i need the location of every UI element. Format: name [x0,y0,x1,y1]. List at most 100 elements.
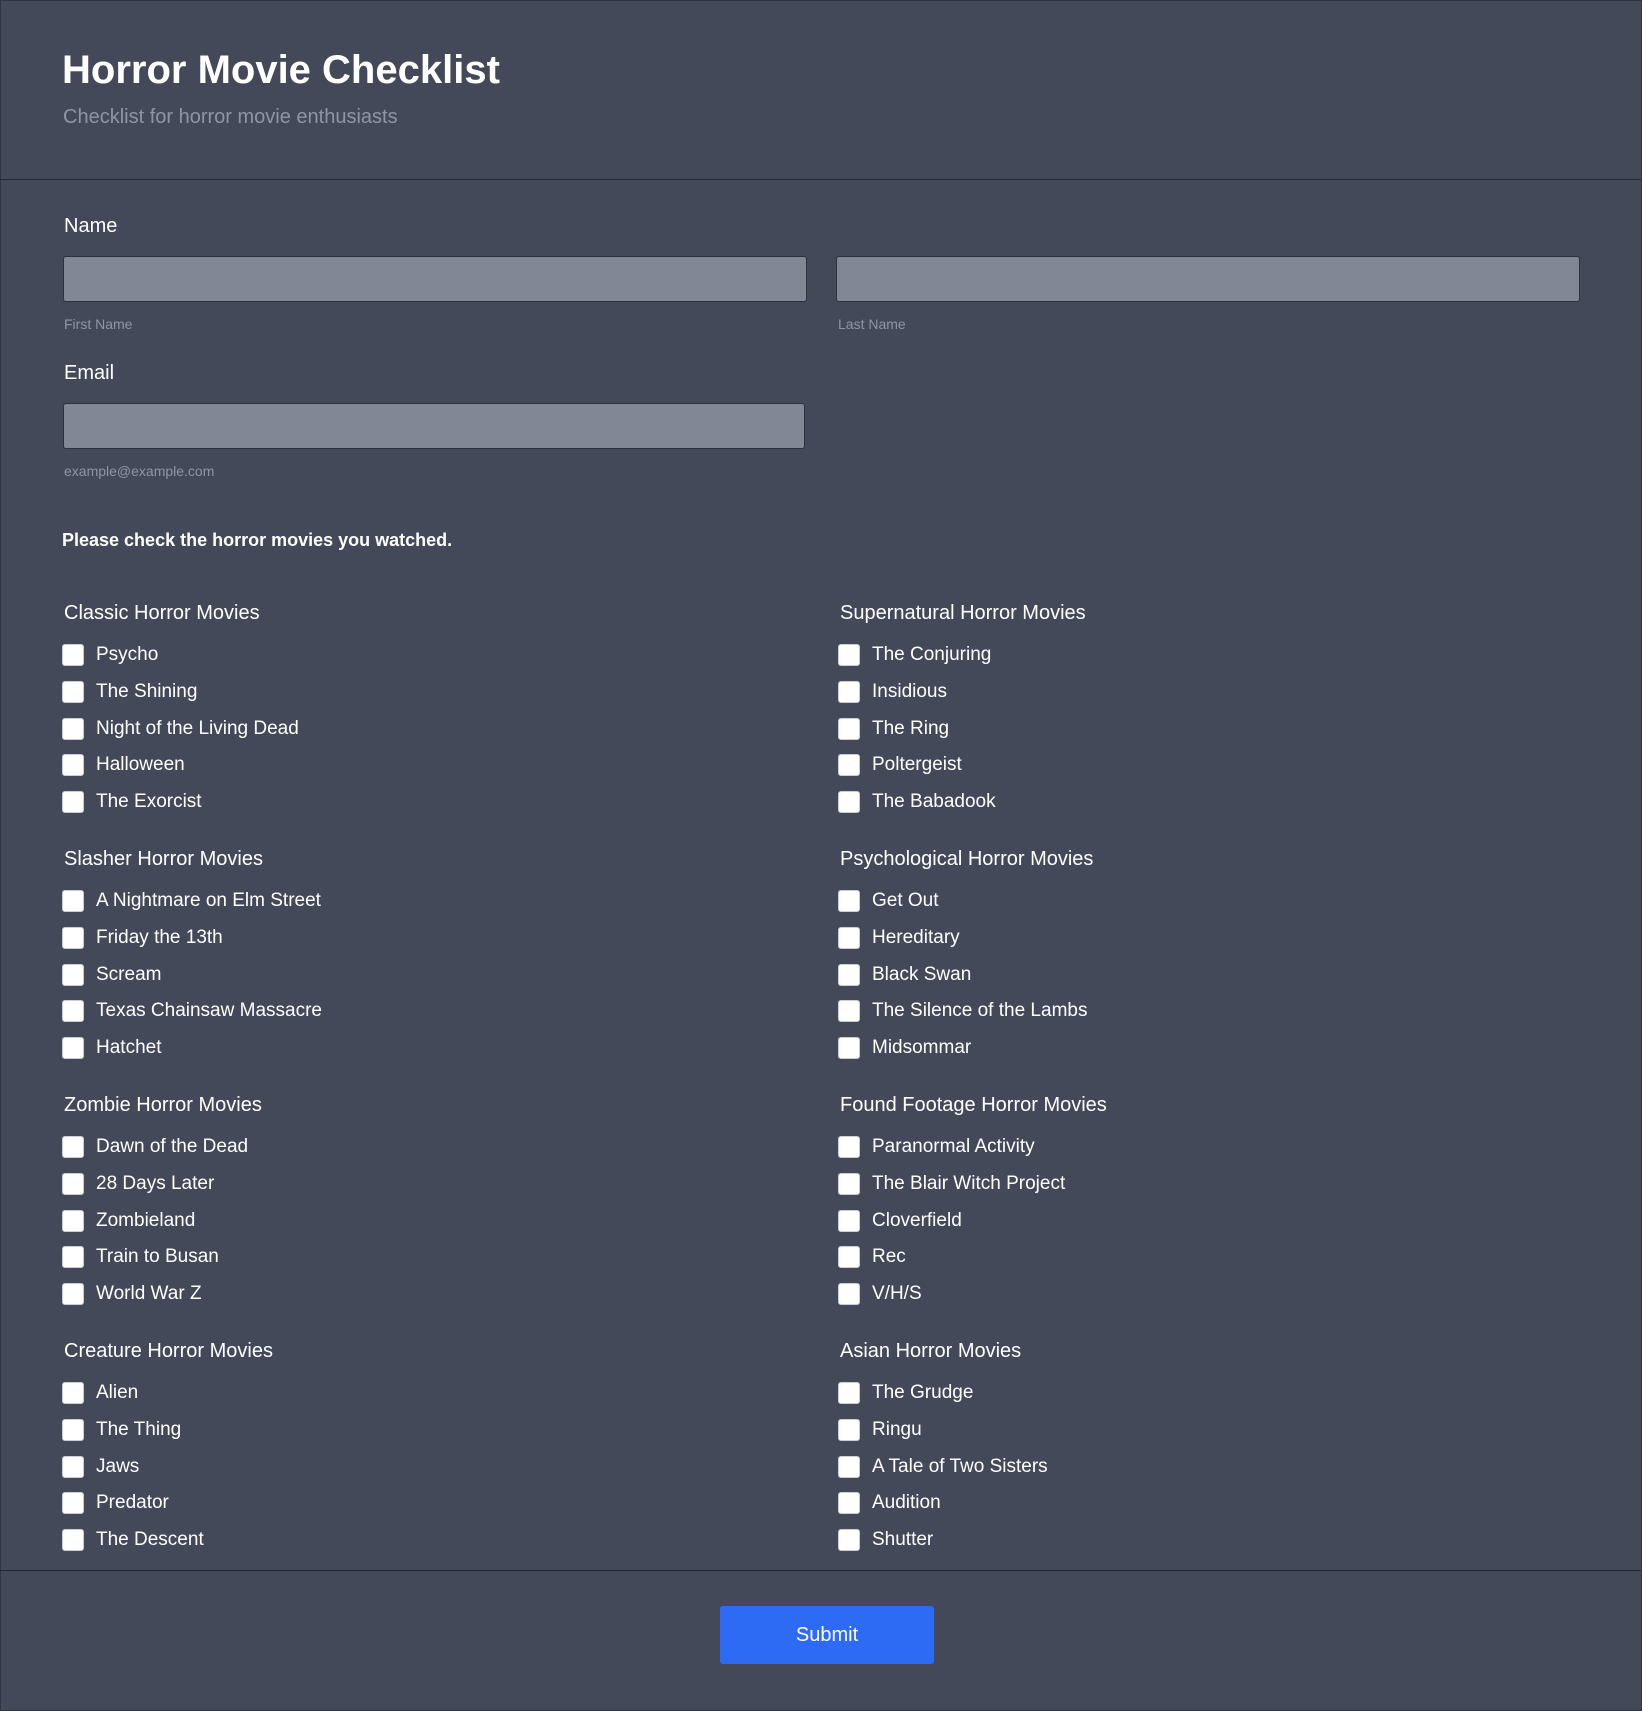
checkbox-option[interactable]: Jaws [62,1454,139,1480]
checkbox-option[interactable]: Hatchet [62,1035,161,1061]
checkbox-option[interactable]: The Grudge [838,1380,973,1406]
checkbox[interactable] [62,1209,84,1232]
checkbox-option[interactable]: The Conjuring [838,642,991,668]
checkbox-option[interactable]: The Thing [62,1417,181,1443]
checkbox-option[interactable]: The Descent [62,1527,204,1553]
checkbox[interactable] [62,1492,84,1515]
checkbox-option[interactable]: Hereditary [838,925,960,951]
checkbox-option[interactable]: The Blair Witch Project [838,1171,1065,1197]
checkbox[interactable] [62,963,84,986]
checkbox[interactable] [838,963,860,986]
checkbox-option[interactable]: Get Out [838,888,939,914]
checkbox[interactable] [838,791,860,814]
checkbox[interactable] [838,680,860,703]
checkbox[interactable] [838,1492,860,1515]
checkbox-option[interactable]: Friday the 13th [62,925,223,951]
checkbox[interactable] [838,644,860,666]
checkbox-group-title: Asian Horror Movies [840,1340,1022,1362]
checkbox-option[interactable]: Texas Chainsaw Massacre [62,998,322,1024]
checkbox[interactable] [62,1283,84,1306]
checkbox-option[interactable]: Dawn of the Dead [62,1134,248,1160]
checkbox-label: The Ring [872,717,950,739]
checkbox-option[interactable]: The Exorcist [62,789,202,815]
checkbox[interactable] [838,1382,860,1404]
checkbox-option[interactable]: Ringu [838,1417,922,1443]
checkbox[interactable] [838,1283,860,1306]
checkbox-option[interactable]: Psycho [62,642,158,668]
checkbox-option[interactable]: Audition [838,1490,941,1516]
checkbox-option[interactable]: Night of the Living Dead [62,716,299,742]
checkbox-label: The Babadook [872,791,996,813]
checkbox[interactable] [838,1246,860,1269]
checkbox[interactable] [62,926,84,949]
checkbox-option[interactable]: V/H/S [838,1281,922,1307]
checkbox-option[interactable]: Poltergeist [838,752,962,778]
checkbox-option[interactable]: Cloverfield [838,1208,962,1234]
checkbox-label: The Exorcist [96,791,202,813]
checkbox-label: V/H/S [872,1283,922,1305]
checkbox-option[interactable]: Halloween [62,752,185,778]
checkbox[interactable] [838,1136,860,1158]
checkbox-label: Shutter [872,1529,934,1551]
checkbox-option[interactable]: Train to Busan [62,1244,219,1270]
checkbox-option[interactable]: Zombieland [62,1208,195,1234]
checkbox-label: The Thing [96,1418,182,1440]
checkbox[interactable] [838,1000,860,1023]
checkbox-option[interactable]: Insidious [838,679,947,705]
checkbox[interactable] [62,1136,84,1158]
checkbox-option[interactable]: A Tale of Two Sisters [838,1454,1048,1480]
checkbox-option[interactable]: Paranormal Activity [838,1134,1035,1160]
email-input[interactable] [63,403,805,449]
checkbox[interactable] [838,1418,860,1441]
checkbox[interactable] [838,890,860,912]
checkbox-option[interactable]: The Ring [838,716,949,742]
checkbox-option[interactable]: World War Z [62,1281,202,1307]
checkbox-option[interactable]: Scream [62,962,161,988]
checkbox[interactable] [838,1529,860,1552]
checkbox[interactable] [62,1172,84,1195]
checkbox[interactable] [838,754,860,777]
checkbox[interactable] [62,890,84,912]
checkbox-label: 28 Days Later [96,1172,215,1194]
checkbox-label: World War Z [96,1283,202,1305]
checkbox-option[interactable]: Black Swan [838,962,971,988]
checkbox-option[interactable]: Predator [62,1490,169,1516]
checkbox[interactable] [838,1209,860,1232]
checkbox-label: The Conjuring [872,644,992,665]
checkbox[interactable] [62,717,84,740]
checkbox[interactable] [838,926,860,949]
checkbox-option[interactable]: Midsommar [838,1035,971,1061]
checkbox-option[interactable]: 28 Days Later [62,1171,214,1197]
checkbox[interactable] [62,791,84,814]
checkbox[interactable] [838,717,860,740]
checkbox[interactable] [838,1172,860,1195]
last-name-sublabel: Last Name [838,316,906,332]
checkbox-label: Rec [872,1246,906,1268]
first-name-input[interactable] [63,256,807,302]
checkbox[interactable] [62,1418,84,1441]
checkbox[interactable] [62,1529,84,1552]
checkbox[interactable] [62,1000,84,1023]
checkbox-option[interactable]: The Shining [62,679,197,705]
checkbox-option[interactable]: Shutter [838,1527,933,1553]
checkbox-option[interactable]: Alien [62,1380,138,1406]
last-name-input[interactable] [836,256,1580,302]
checkbox-option[interactable]: Rec [838,1244,906,1270]
checkbox-option[interactable]: The Silence of the Lambs [838,998,1087,1024]
checkbox-label: Insidious [872,680,947,702]
checkbox[interactable] [62,1382,84,1404]
checkbox-option[interactable]: A Nightmare on Elm Street [62,888,321,914]
checkbox-label: Alien [96,1382,139,1403]
checkbox-label: Jaws [96,1455,140,1477]
checkbox[interactable] [838,1455,860,1478]
checkbox[interactable] [62,644,84,666]
checkbox[interactable] [62,754,84,777]
checkbox-option[interactable]: The Babadook [838,789,996,815]
checkbox[interactable] [62,1455,84,1478]
checkbox[interactable] [62,1246,84,1269]
submit-button[interactable]: Submit [720,1606,934,1664]
checkbox-label: Friday the 13th [96,926,223,948]
checkbox[interactable] [62,1037,84,1060]
checkbox[interactable] [62,680,84,703]
checkbox[interactable] [838,1037,860,1060]
